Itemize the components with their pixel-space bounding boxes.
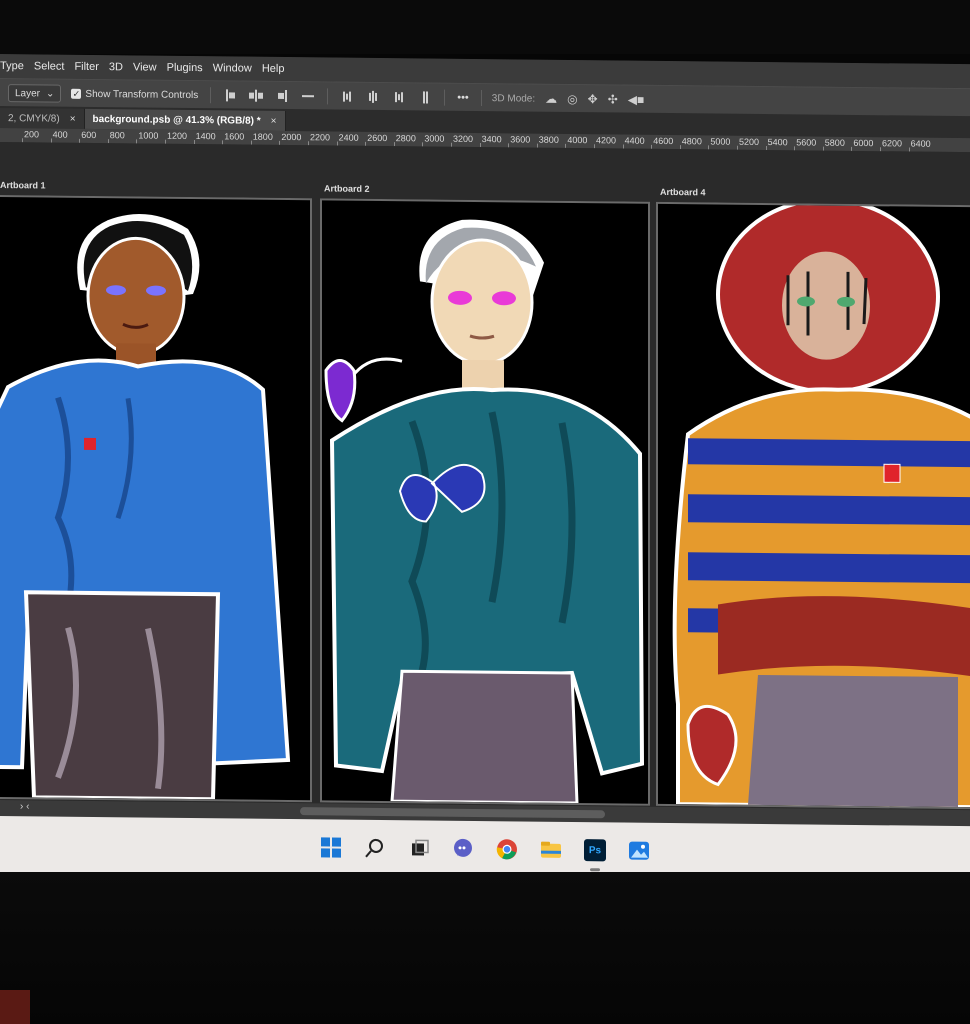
ruler-tick-label: 5600 bbox=[796, 137, 817, 148]
align-horizontal-icon[interactable] bbox=[301, 90, 315, 102]
photoshop-icon: Ps bbox=[584, 839, 606, 862]
desk-surface bbox=[0, 990, 30, 1024]
align-bottom-icon[interactable] bbox=[392, 91, 406, 103]
align-left-icon[interactable] bbox=[223, 89, 237, 102]
ruler-tick-label: 5000 bbox=[710, 136, 731, 147]
ruler-tick-label: 4200 bbox=[596, 135, 617, 146]
ruler-tick-label: 5200 bbox=[739, 136, 760, 147]
divider bbox=[327, 88, 329, 105]
roll-3d-icon[interactable]: ◎ bbox=[567, 92, 577, 106]
ruler-tick-label: 3000 bbox=[424, 133, 445, 144]
align-center-icon[interactable] bbox=[249, 89, 264, 102]
ruler-tick-label: 1000 bbox=[138, 130, 159, 141]
menu-help[interactable]: Help bbox=[262, 63, 285, 75]
ruler-tick-label: 4600 bbox=[653, 135, 674, 147]
screen: Type Select Filter 3D View Plugins Windo… bbox=[0, 54, 970, 883]
ruler-tick-label: 1200 bbox=[167, 130, 188, 141]
ruler-tick-label: 6000 bbox=[853, 137, 874, 149]
orbit-3d-icon[interactable]: ☁ bbox=[545, 92, 557, 106]
show-transform-checkbox[interactable]: ✓ Show Transform Controls bbox=[71, 88, 199, 101]
ruler-tick-label: 3600 bbox=[510, 134, 531, 145]
artboard-2-label[interactable]: Artboard 2 bbox=[324, 183, 370, 193]
menu-filter[interactable]: Filter bbox=[74, 61, 98, 73]
scroll-arrows[interactable]: › ‹ bbox=[20, 801, 29, 812]
ruler-tick-label: 1800 bbox=[252, 131, 273, 142]
ruler-tick-label: 2600 bbox=[367, 132, 388, 144]
ruler-tick-label: 1600 bbox=[224, 131, 245, 142]
ruler-tick-label: 3800 bbox=[538, 134, 559, 145]
chevron-down-icon: ⌄ bbox=[46, 87, 55, 100]
drag-3d-icon[interactable]: ✥ bbox=[588, 92, 598, 106]
artboard-4-label[interactable]: Artboard 4 bbox=[660, 187, 706, 197]
artboard-4-illustration bbox=[672, 201, 970, 810]
menu-plugins[interactable]: Plugins bbox=[167, 62, 203, 74]
photos-icon[interactable] bbox=[626, 838, 652, 864]
tab-background-psb[interactable]: background.psb @ 41.3% (RGB/8) * × bbox=[84, 108, 286, 131]
checkbox-checked-icon: ✓ bbox=[71, 88, 82, 99]
chrome-icon[interactable] bbox=[494, 836, 520, 862]
show-transform-label: Show Transform Controls bbox=[85, 88, 199, 101]
ruler-tick-label: 600 bbox=[81, 129, 97, 141]
align-top-icon[interactable] bbox=[340, 91, 354, 103]
more-options-button[interactable]: ••• bbox=[457, 92, 469, 104]
artboard-4[interactable] bbox=[656, 201, 970, 810]
canvas-workspace[interactable]: Artboard 1 Artboard 2 Artboard 4 bbox=[0, 142, 970, 811]
artboard-1-label[interactable]: Artboard 1 bbox=[0, 180, 46, 190]
ruler-tick-label: 5800 bbox=[824, 137, 845, 148]
artboard-1[interactable] bbox=[0, 194, 312, 803]
align-middle-icon[interactable] bbox=[366, 90, 380, 103]
ruler-tick-label: 4000 bbox=[567, 134, 588, 146]
ruler-tick-label: 2000 bbox=[281, 131, 302, 143]
ruler-tick-label: 4800 bbox=[681, 136, 702, 147]
ruler-tick-label: 200 bbox=[24, 129, 40, 140]
ruler-tick-label: 4400 bbox=[624, 135, 645, 146]
menu-window[interactable]: Window bbox=[213, 62, 252, 74]
distribute-icon[interactable] bbox=[418, 91, 432, 104]
close-icon[interactable]: × bbox=[70, 113, 76, 124]
ruler-tick-label: 6200 bbox=[882, 138, 903, 149]
ruler-tick-label: 5400 bbox=[767, 137, 788, 148]
ruler-tick-label: 2400 bbox=[338, 132, 359, 143]
slide-3d-icon[interactable]: ✣ bbox=[608, 92, 618, 106]
divider bbox=[480, 90, 482, 107]
ruler-tick-label: 3200 bbox=[453, 133, 474, 144]
divider bbox=[444, 89, 446, 106]
align-right-icon[interactable] bbox=[275, 89, 289, 103]
ruler-tick-label: 3400 bbox=[481, 134, 502, 145]
menu-view[interactable]: View bbox=[133, 61, 157, 73]
artboard-1-illustration bbox=[0, 214, 291, 802]
search-icon[interactable] bbox=[362, 835, 388, 861]
ruler-tick-label: 1400 bbox=[195, 131, 216, 142]
layer-select-value: Layer bbox=[15, 87, 41, 99]
monitor-bezel-top bbox=[0, 0, 970, 54]
horizontal-scrollbar[interactable] bbox=[300, 807, 605, 819]
artboard-2[interactable] bbox=[320, 198, 650, 806]
tab-label: 2, CMYK/8) bbox=[8, 112, 60, 125]
auto-select-dropdown[interactable]: Layer ⌄ bbox=[8, 84, 62, 103]
tab-label: background.psb @ 41.3% (RGB/8) * bbox=[92, 113, 261, 127]
divider bbox=[210, 87, 212, 104]
task-view-icon[interactable] bbox=[406, 835, 432, 861]
monitor-bezel-bottom bbox=[0, 872, 970, 1024]
menu-select[interactable]: Select bbox=[34, 60, 65, 72]
ruler-tick-label: 6400 bbox=[910, 138, 931, 149]
ruler-tick-label: 2800 bbox=[395, 133, 416, 144]
menu-type[interactable]: Type bbox=[0, 60, 24, 72]
ruler-tick-label: 2200 bbox=[310, 132, 331, 143]
teams-chat-icon[interactable] bbox=[450, 836, 476, 862]
3d-mode-label: 3D Mode: bbox=[491, 92, 536, 105]
tab-document-1[interactable]: 2, CMYK/8) × bbox=[0, 108, 85, 129]
camera-3d-icon[interactable]: ◀■ bbox=[628, 93, 644, 107]
photoshop-taskbar-button[interactable]: Ps bbox=[582, 837, 608, 863]
ruler-tick-label: 800 bbox=[109, 130, 125, 141]
menu-3d[interactable]: 3D bbox=[109, 61, 123, 73]
close-icon[interactable]: × bbox=[271, 115, 277, 126]
artboard-2-illustration bbox=[324, 219, 645, 805]
ruler-tick-label: 400 bbox=[52, 129, 68, 140]
start-icon[interactable] bbox=[318, 834, 344, 860]
file-explorer-icon[interactable] bbox=[538, 837, 564, 863]
